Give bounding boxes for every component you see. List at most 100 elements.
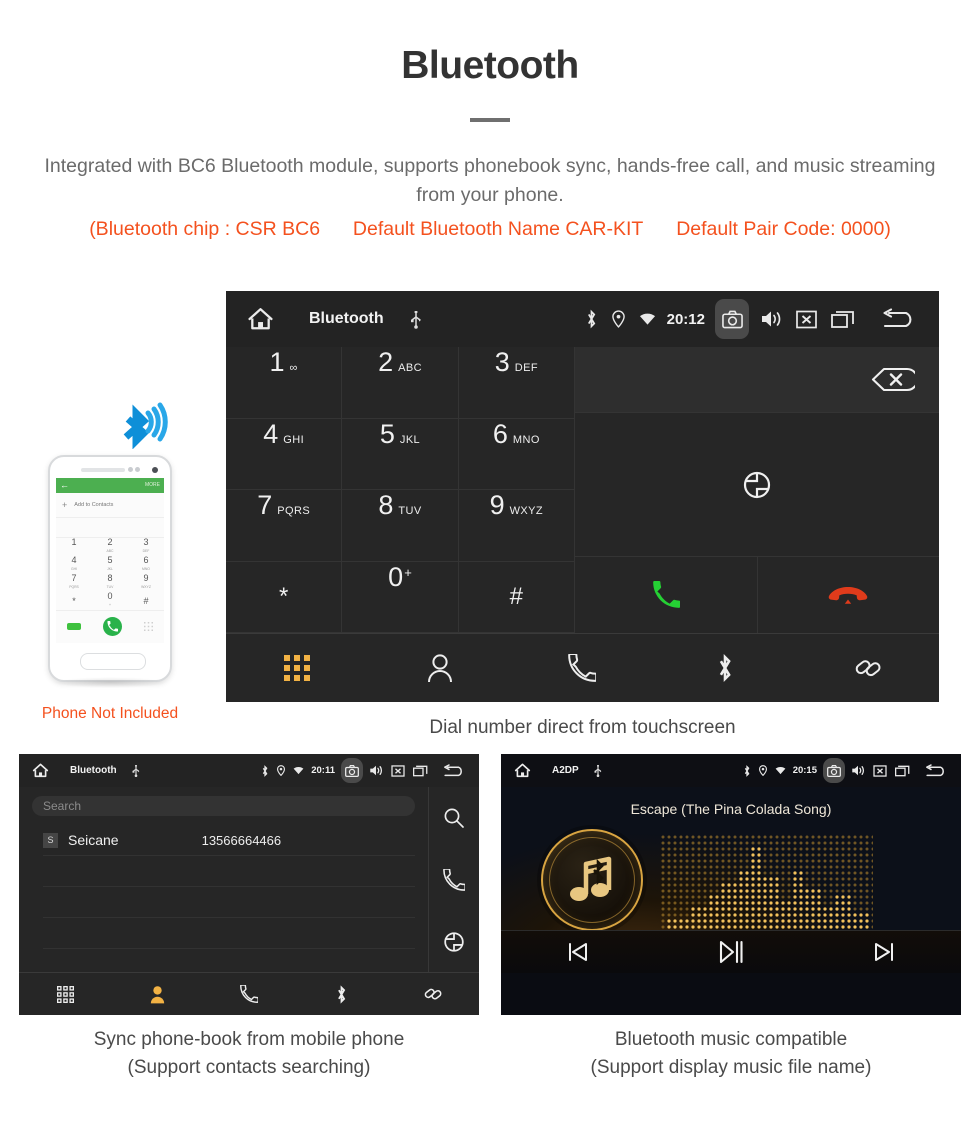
contact-row[interactable]: S Seicane 13566664466 xyxy=(43,825,415,856)
phone-keyboard-icon xyxy=(144,622,153,631)
phone-key: 9 WXYZ xyxy=(141,573,151,590)
phone-key: 2 ABC xyxy=(106,537,114,554)
topbar-left-group: A2DP xyxy=(510,763,606,778)
backspace-icon[interactable] xyxy=(871,367,915,392)
key-digit: 0 xyxy=(388,561,404,592)
phone-front-camera xyxy=(152,467,158,473)
phone-keypad: 1 2 ABC 3 DEF 4 GHI 5 JKL 6 MNO 7 PQRS 8 TUV 9W… xyxy=(56,538,164,610)
key-letters: TUV xyxy=(398,505,422,517)
page-title: Bluetooth xyxy=(401,44,579,87)
phone-speaker xyxy=(81,468,125,472)
usb-icon xyxy=(132,764,140,777)
topbar-right-group: 20:12 xyxy=(578,299,925,339)
song-title: Escape (The Pina Colada Song) xyxy=(630,801,832,817)
nav-keypad[interactable] xyxy=(19,985,111,1003)
phone-sensor-2 xyxy=(135,467,140,472)
key-6[interactable]: 6 MNO xyxy=(458,418,575,490)
phone-action-row xyxy=(56,610,164,642)
key-4[interactable]: 4 GHI xyxy=(226,418,343,490)
previous-track-button[interactable] xyxy=(501,942,654,962)
phone-more-label: MORE xyxy=(145,482,160,488)
phonebook-title: Bluetooth xyxy=(70,765,117,776)
nav-bluetooth[interactable] xyxy=(654,653,797,683)
key-digit: 6 xyxy=(492,418,508,449)
plus-icon: + xyxy=(62,500,68,510)
sync-icon[interactable] xyxy=(443,931,465,953)
key-5[interactable]: 5 JKL xyxy=(342,418,459,490)
call-icon[interactable] xyxy=(443,869,465,891)
phone-call-button xyxy=(103,617,122,636)
nav-bluetooth[interactable] xyxy=(295,984,387,1004)
title-divider xyxy=(470,118,510,122)
key-digit: 4 xyxy=(263,418,279,449)
key-0[interactable]: 0 + xyxy=(342,561,459,633)
recents-icon[interactable] xyxy=(413,765,428,777)
dialer-topbar: Bluetooth 20:12 xyxy=(226,291,939,347)
close-box-icon[interactable] xyxy=(391,764,405,777)
camera-icon[interactable] xyxy=(715,299,749,339)
close-box-icon[interactable] xyxy=(873,764,887,777)
music-caption-line1: Bluetooth music compatible xyxy=(614,1029,848,1050)
home-icon[interactable] xyxy=(514,763,531,778)
key-3[interactable]: 3 DEF xyxy=(458,347,575,419)
search-input[interactable]: Search xyxy=(32,796,415,816)
phone-add-contact-row: + Add to Contacts xyxy=(56,493,164,518)
phone-number-field xyxy=(56,518,164,538)
nav-call-log[interactable] xyxy=(203,985,295,1003)
key-digit: 8 xyxy=(378,490,394,520)
dialer-keypad-area: 1 ∞ 2 ABC 3 DEF 4 GHI 5 JKL 6 MNO 7 PQRS 8 TUV 9… xyxy=(226,347,939,633)
key-digit: * xyxy=(278,582,289,610)
bluetooth-feature-page: Bluetooth Integrated with BC6 Bluetooth … xyxy=(0,0,980,1143)
play-pause-button[interactable] xyxy=(654,940,807,964)
location-pin-icon xyxy=(758,765,767,776)
nav-contacts[interactable] xyxy=(369,653,512,683)
nav-link[interactable] xyxy=(387,984,479,1004)
spec-line: (Bluetooth chip : CSR BC6 Default Blueto… xyxy=(0,218,980,241)
back-arrow-icon[interactable] xyxy=(924,763,948,778)
home-icon[interactable] xyxy=(247,307,274,331)
key-2[interactable]: 2 ABC xyxy=(342,347,459,419)
key-letters: GHI xyxy=(283,433,305,446)
key-7[interactable]: 7 PQRS xyxy=(226,490,343,562)
topbar-left-group: Bluetooth xyxy=(28,763,144,778)
nav-keypad[interactable] xyxy=(226,655,369,681)
key-9[interactable]: 9 WXYZ xyxy=(458,490,575,562)
nav-contacts[interactable] xyxy=(111,985,203,1004)
key-star[interactable]: * xyxy=(226,561,343,633)
next-track-button[interactable] xyxy=(808,942,961,962)
topbar-right-group: 20:15 xyxy=(739,758,952,783)
key-letters: ABC xyxy=(398,362,422,374)
phone-key: 7 PQRS xyxy=(69,573,79,590)
close-box-icon[interactable] xyxy=(796,310,817,329)
call-button[interactable] xyxy=(575,557,758,633)
back-arrow-icon[interactable] xyxy=(442,763,466,778)
camera-icon[interactable] xyxy=(823,758,845,783)
phone-screen: ← MORE + Add to Contacts 1 2 ABC 3 DEF 4 GH… xyxy=(56,478,164,643)
volume-icon[interactable] xyxy=(760,309,782,329)
nav-link[interactable] xyxy=(796,653,939,683)
volume-icon[interactable] xyxy=(369,764,383,777)
sync-icon[interactable] xyxy=(742,470,772,500)
phone-key: 3 DEF xyxy=(142,537,150,554)
phonebook-caption: Sync phone-book from mobile phone (Suppo… xyxy=(19,1026,479,1082)
back-arrow-icon[interactable] xyxy=(880,308,918,330)
nav-call-log[interactable] xyxy=(511,654,654,682)
search-icon[interactable] xyxy=(443,807,465,829)
recents-icon[interactable] xyxy=(895,765,910,777)
phone-back-icon: ← xyxy=(60,480,69,490)
key-digit: 2 xyxy=(378,347,394,377)
hangup-button[interactable] xyxy=(757,557,939,633)
key-digit: 3 xyxy=(494,347,510,377)
music-screenshot: A2DP 20:15 Escape (The Pina Colada Song) xyxy=(501,754,961,1015)
home-icon[interactable] xyxy=(32,763,49,778)
recents-icon[interactable] xyxy=(831,310,855,329)
phone-key: 4 GHI xyxy=(70,555,78,572)
usb-icon xyxy=(594,764,602,777)
key-1[interactable]: 1 ∞ xyxy=(226,347,343,419)
phonebook-body: Search S Seicane 13566664466 xyxy=(19,787,479,973)
phone-app-bar: ← MORE xyxy=(56,478,164,493)
key-8[interactable]: 8 TUV xyxy=(342,490,459,562)
camera-icon[interactable] xyxy=(341,758,363,783)
key-hash[interactable]: # xyxy=(458,561,575,633)
volume-icon[interactable] xyxy=(851,764,865,777)
